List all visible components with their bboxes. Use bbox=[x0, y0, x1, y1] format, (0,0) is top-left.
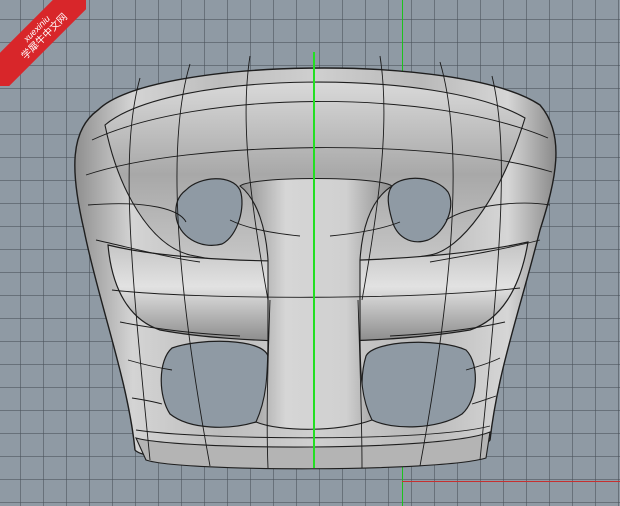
watermark-ribbon: xuexiniu 学犀牛中文网 bbox=[0, 0, 86, 86]
rhino-viewport[interactable]: xuexiniu 学犀牛中文网 bbox=[0, 0, 620, 506]
watermark-band: xuexiniu 学犀牛中文网 bbox=[0, 0, 86, 86]
lower-left-hole bbox=[160, 340, 272, 428]
lower-right-hole bbox=[361, 341, 476, 428]
chair-model[interactable] bbox=[0, 0, 620, 506]
